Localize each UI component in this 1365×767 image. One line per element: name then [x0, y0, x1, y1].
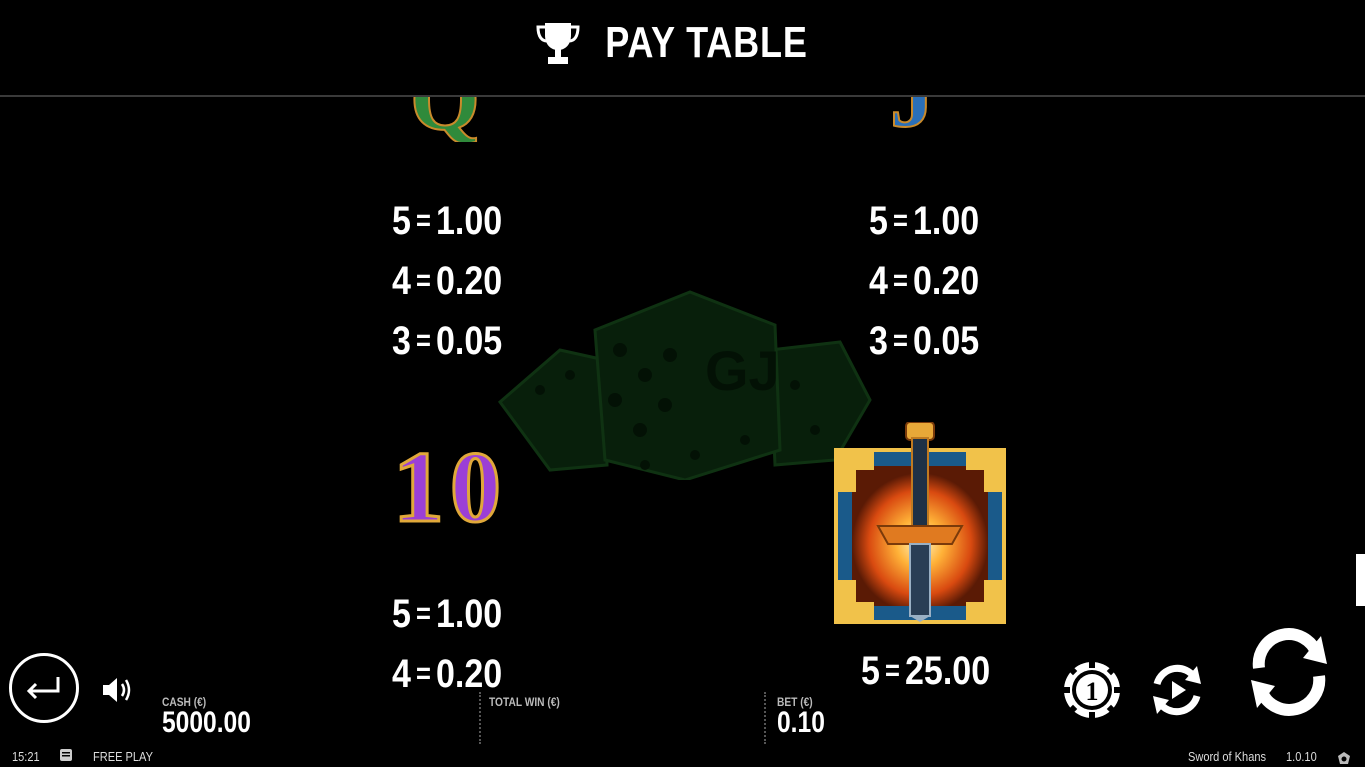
trophy-icon — [536, 23, 580, 64]
paytable-content[interactable]: GJ Q J 5=1.00 4=0.20 3=0.05 5=1.00 4=0.2… — [0, 97, 1365, 747]
bet-value: 0.10 — [777, 706, 825, 739]
provider-logo-icon — [1338, 752, 1350, 764]
payout-row: 4 = 0.20 — [869, 259, 980, 303]
coin-bet-button[interactable]: 1 — [1062, 660, 1122, 720]
divider — [479, 692, 481, 744]
payout-row: 3 = 0.05 — [869, 319, 980, 363]
symbol-q-icon: Q — [410, 97, 480, 142]
divider — [764, 692, 766, 744]
spin-button[interactable] — [1245, 628, 1333, 716]
payout-row: 5 = 1.00 — [869, 199, 980, 243]
svg-text:1: 1 — [1086, 677, 1099, 706]
sword-symbol-icon — [834, 422, 1006, 624]
paytable-j-payouts: 5 = 1.00 4 = 0.20 3 = 0.05 — [869, 193, 979, 373]
svg-text:10: 10 — [393, 431, 501, 532]
game-name: Sword of Khans — [1188, 749, 1267, 764]
payout-row: 4 = 0.20 — [392, 259, 503, 303]
paytable-sword-payouts: 5 = 25.00 — [861, 643, 990, 703]
payout-row: 5 = 25.00 — [861, 649, 991, 693]
paytable-10-payouts: 5 = 1.00 4 = 0.20 — [392, 586, 502, 706]
history-icon[interactable] — [59, 748, 73, 762]
autoplay-button[interactable] — [1147, 660, 1207, 720]
payout-row: 3 = 0.05 — [392, 319, 503, 363]
page-title: PAY TABLE — [605, 18, 808, 67]
back-button[interactable] — [9, 653, 79, 723]
clock-time: 15:21 — [12, 749, 40, 764]
back-arrow-icon — [26, 677, 60, 700]
symbol-j-icon: J — [890, 97, 950, 137]
game-version: 1.0.10 — [1286, 749, 1317, 764]
dice-watermark-icon: GJ — [497, 290, 872, 480]
title-wrap: PAY TABLE — [0, 18, 1365, 68]
scrollbar-thumb[interactable] — [1356, 554, 1365, 606]
sound-toggle-icon[interactable] — [100, 674, 134, 706]
payout-row: 5 = 1.00 — [392, 592, 503, 636]
payout-row: 5 = 1.00 — [392, 199, 503, 243]
paytable-q-payouts: 5 = 1.00 4 = 0.20 3 = 0.05 — [392, 193, 502, 373]
play-mode: FREE PLAY — [93, 749, 153, 764]
payout-row: 4 = 0.20 — [392, 652, 503, 696]
cash-value: 5000.00 — [162, 706, 251, 739]
symbol-10-icon: 10 — [392, 427, 508, 546]
header: PAY TABLE — [0, 0, 1365, 95]
svg-text:GJ: GJ — [705, 339, 780, 402]
total-win-label: TOTAL WIN (€) — [489, 695, 560, 709]
